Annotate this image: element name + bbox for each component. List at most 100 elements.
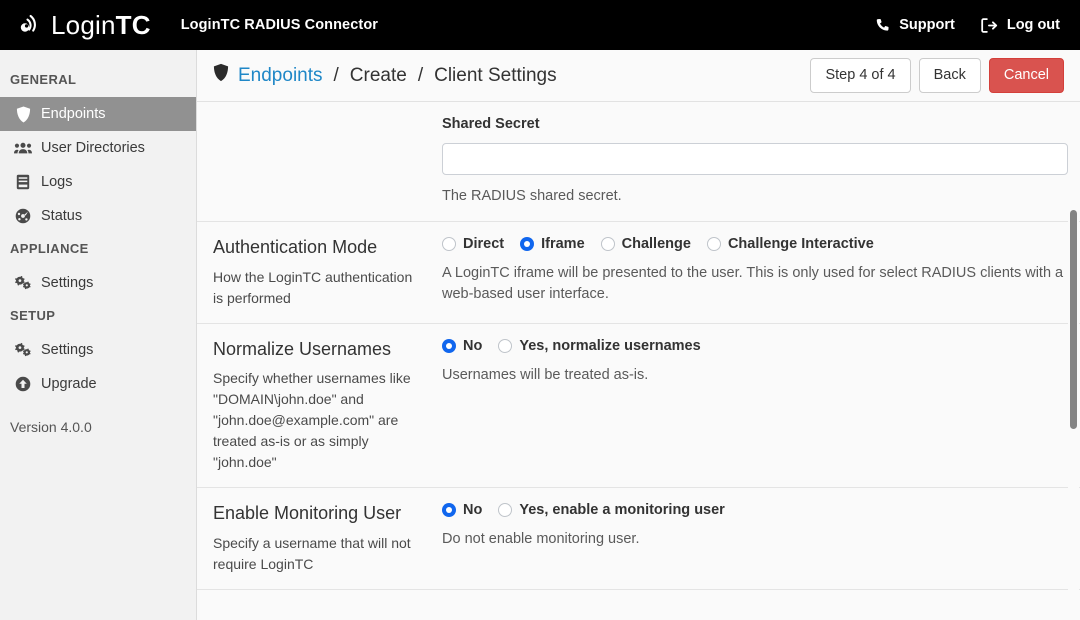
radio-indicator[interactable] [706, 237, 721, 252]
shared-secret-input[interactable] [442, 143, 1068, 175]
enable-monitoring-user-title: Enable Monitoring User [213, 503, 402, 524]
radio-indicator[interactable] [600, 237, 615, 252]
breadcrumb-current: Client Settings [434, 64, 557, 86]
form-row-authentication-mode: Authentication Mode How the LoginTC auth… [197, 222, 1080, 324]
breadcrumb-link-endpoints[interactable]: Endpoints [238, 65, 323, 87]
scrollbar-track[interactable] [1068, 102, 1079, 620]
sign-out-icon [981, 17, 998, 33]
form-row-shared-secret: Shared Secret The RADIUS shared secret. [197, 102, 1080, 223]
breadcrumb: Endpoints / Create / Client Settings [213, 63, 557, 88]
row-label: Normalize Usernames Specify whether user… [213, 338, 428, 474]
normalize-usernames-help: Specify whether usernames like "DOMAIN\j… [213, 370, 411, 471]
breadcrumb-create: Create [349, 64, 407, 86]
topbar-actions: Support Log out [875, 17, 1064, 33]
logout-label: Log out [1006, 17, 1060, 33]
auth-mode-help: How the LoginTC authentication is perfor… [213, 268, 413, 306]
phone-icon [875, 18, 890, 33]
normalize-usernames-radio-group: No Yes, normalize usernames [442, 338, 1064, 354]
app-title: LoginTC RADIUS Connector [180, 17, 379, 33]
sidebar-item-label: Endpoints [41, 106, 106, 122]
row-label: Authentication Mode How the LoginTC auth… [213, 236, 428, 309]
cogs-icon [14, 275, 32, 291]
shield-icon [213, 63, 229, 88]
radio-option-challenge[interactable]: Challenge [600, 236, 691, 253]
radio-label: Direct [463, 236, 505, 253]
sidebar: GENERAL Endpoints User Directories Logs … [0, 50, 197, 620]
radio-label: No [463, 337, 483, 354]
signal-wave-icon [16, 13, 44, 37]
scrollbar-thumb[interactable] [1070, 210, 1077, 429]
version-label: Version 4.0.0 [10, 419, 92, 435]
sidebar-item-user-directories[interactable]: User Directories [0, 131, 196, 165]
brand[interactable]: LoginTC LoginTC RADIUS Connector [16, 12, 378, 38]
back-button[interactable]: Back [918, 57, 981, 94]
arrow-circle-up-icon [14, 376, 32, 392]
radio-label: Yes, enable a monitoring user [519, 502, 725, 519]
radio-option-challenge-interactive[interactable]: Challenge Interactive [706, 236, 874, 253]
sidebar-heading-general: GENERAL [10, 72, 77, 87]
sidebar-heading-appliance: APPLIANCE [10, 241, 89, 256]
shared-secret-label: Shared Secret [442, 116, 540, 132]
shield-icon [14, 106, 32, 123]
radio-option-no[interactable]: No [442, 502, 482, 518]
settings-scroll-area[interactable]: Shared Secret The RADIUS shared secret. … [197, 102, 1080, 620]
auth-mode-radio-group: Direct Iframe Challenge Challenge Intera… [442, 236, 1064, 252]
sidebar-item-label: User Directories [41, 140, 145, 156]
radio-option-yes[interactable]: Yes, enable a monitoring user [498, 502, 725, 519]
enable-monitoring-user-help: Specify a username that will not require… [213, 534, 411, 572]
row-field: No Yes, normalize usernames Usernames wi… [428, 338, 1064, 474]
radio-option-iframe[interactable]: Iframe [520, 236, 585, 252]
radio-indicator[interactable] [442, 503, 456, 518]
radio-option-yes[interactable]: Yes, normalize usernames [498, 337, 701, 354]
row-label [213, 116, 428, 207]
page-header: Endpoints / Create / Client Settings Ste… [197, 50, 1080, 102]
sidebar-item-label: Upgrade [41, 376, 97, 392]
row-field: Shared Secret The RADIUS shared secret. [428, 116, 1068, 207]
sidebar-item-status[interactable]: Status [0, 199, 196, 233]
step-indicator-button[interactable]: Step 4 of 4 [810, 57, 911, 94]
logo-text-bold: TC [115, 10, 151, 40]
sidebar-item-upgrade[interactable]: Upgrade [0, 367, 196, 401]
form-row-normalize-usernames: Normalize Usernames Specify whether user… [197, 324, 1080, 489]
radio-label: Challenge Interactive [727, 236, 874, 253]
radio-label: No [463, 502, 483, 519]
sidebar-item-label: Settings [41, 275, 94, 291]
radio-option-direct[interactable]: Direct [442, 236, 504, 252]
support-link[interactable]: Support [875, 17, 955, 33]
sidebar-item-appliance-settings[interactable]: Settings [0, 266, 196, 300]
sidebar-item-endpoints[interactable]: Endpoints [0, 97, 196, 131]
radio-indicator[interactable] [498, 338, 513, 353]
sidebar-item-setup-settings[interactable]: Settings [0, 333, 196, 367]
app-window: LoginTC LoginTC RADIUS Connector Support [0, 0, 1080, 620]
main-content: Endpoints / Create / Client Settings Ste… [197, 50, 1080, 620]
radio-label: Challenge [621, 236, 691, 253]
sidebar-item-label: Settings [41, 342, 94, 358]
logo-text-thin: Login [51, 10, 116, 40]
radio-label: Iframe [541, 236, 585, 253]
cogs-icon [14, 342, 32, 358]
radio-indicator[interactable] [442, 338, 456, 353]
logo-wordmark: LoginTC [51, 12, 151, 38]
sidebar-item-label: Status [41, 208, 83, 224]
row-field: No Yes, enable a monitoring user Do not … [428, 502, 1064, 575]
form-row-enable-monitoring-user: Enable Monitoring User Specify a usernam… [197, 488, 1080, 590]
top-navigation-bar: LoginTC LoginTC RADIUS Connector Support [0, 0, 1080, 50]
body: GENERAL Endpoints User Directories Logs … [0, 50, 1080, 620]
auth-mode-title: Authentication Mode [213, 237, 378, 258]
radio-label: Yes, normalize usernames [519, 337, 701, 354]
auth-mode-note: A LoginTC iframe will be presented to th… [442, 265, 1064, 303]
logintc-logo[interactable]: LoginTC [16, 12, 151, 38]
enable-monitoring-user-note: Do not enable monitoring user. [442, 531, 640, 548]
breadcrumb-separator: / [417, 64, 424, 86]
book-icon [14, 174, 32, 190]
radio-indicator[interactable] [498, 503, 513, 518]
tachometer-icon [14, 208, 32, 224]
radio-option-no[interactable]: No [442, 338, 482, 354]
cancel-button[interactable]: Cancel [988, 57, 1064, 94]
logout-link[interactable]: Log out [981, 17, 1060, 33]
radio-indicator[interactable] [442, 237, 456, 252]
users-icon [14, 141, 32, 155]
normalize-usernames-note: Usernames will be treated as-is. [442, 366, 649, 383]
radio-indicator[interactable] [520, 237, 535, 252]
sidebar-item-logs[interactable]: Logs [0, 165, 196, 199]
